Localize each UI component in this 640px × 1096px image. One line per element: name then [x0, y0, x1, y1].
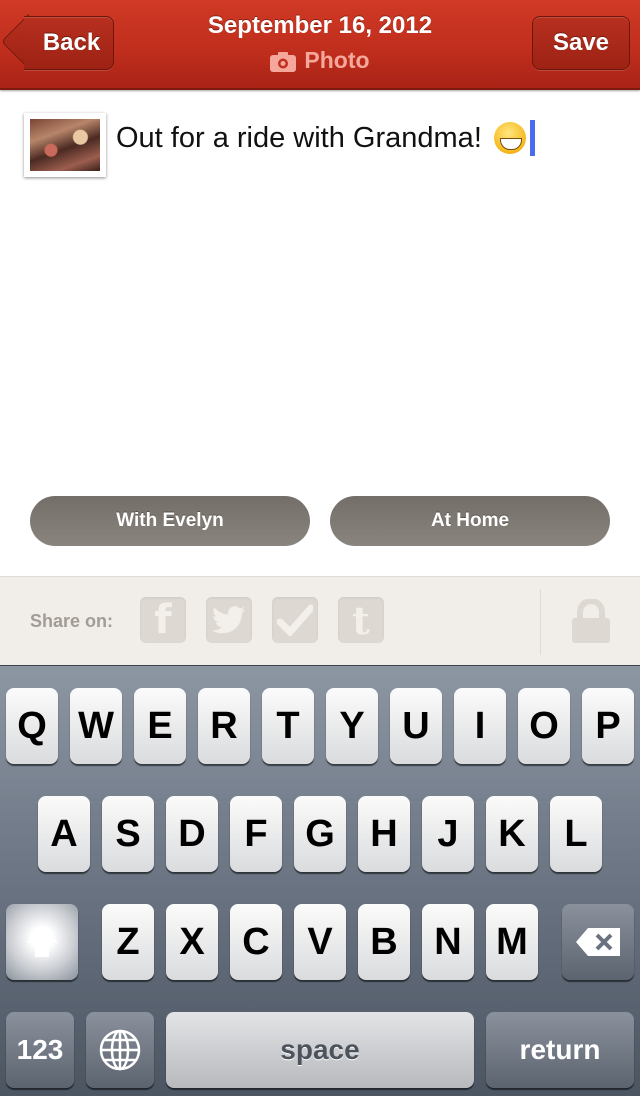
key-v[interactable]: V	[294, 904, 346, 980]
key-c[interactable]: C	[230, 904, 282, 980]
save-button[interactable]: Save	[532, 16, 630, 70]
facebook-icon[interactable]: f	[140, 597, 186, 643]
twitter-icon[interactable]	[206, 597, 252, 643]
nav-bar: Back September 16, 2012 Photo Save	[0, 0, 640, 90]
key-g[interactable]: G	[294, 796, 346, 872]
numbers-key[interactable]: 123	[6, 1012, 74, 1088]
lock-icon[interactable]	[570, 598, 612, 643]
backspace-icon	[576, 928, 620, 956]
space-key[interactable]: space	[166, 1012, 474, 1088]
key-e[interactable]: E	[134, 688, 186, 764]
foursquare-checkin-icon[interactable]	[272, 597, 318, 643]
return-key[interactable]: return	[486, 1012, 634, 1088]
key-h[interactable]: H	[358, 796, 410, 872]
share-divider	[540, 589, 541, 655]
globe-key[interactable]	[86, 1012, 154, 1088]
shift-arrow-icon	[26, 927, 58, 957]
delete-key[interactable]	[562, 904, 634, 980]
with-person-button[interactable]: With Evelyn	[30, 496, 310, 546]
location-button[interactable]: At Home	[330, 496, 610, 546]
text-cursor	[529, 120, 535, 156]
entry-text-field[interactable]: Out for a ride with Grandma!	[116, 120, 535, 156]
key-j[interactable]: J	[422, 796, 474, 872]
key-y[interactable]: Y	[326, 688, 378, 764]
key-q[interactable]: Q	[6, 688, 58, 764]
key-f[interactable]: F	[230, 796, 282, 872]
key-i[interactable]: I	[454, 688, 506, 764]
key-u[interactable]: U	[390, 688, 442, 764]
shift-key[interactable]	[6, 904, 78, 980]
keyboard: 123 space return QWERTYUIOP ASDFGHJKL ZXCV…	[0, 666, 640, 1096]
key-s[interactable]: S	[102, 796, 154, 872]
key-m[interactable]: M	[486, 904, 538, 980]
camera-icon	[270, 51, 297, 72]
entry-type-label: Photo	[304, 47, 370, 73]
share-label: Share on:	[30, 611, 114, 631]
key-o[interactable]: O	[518, 688, 570, 764]
key-x[interactable]: X	[166, 904, 218, 980]
key-d[interactable]: D	[166, 796, 218, 872]
key-z[interactable]: Z	[102, 904, 154, 980]
key-p[interactable]: P	[582, 688, 634, 764]
key-k[interactable]: K	[486, 796, 538, 872]
key-w[interactable]: W	[70, 688, 122, 764]
key-n[interactable]: N	[422, 904, 474, 980]
key-a[interactable]: A	[38, 796, 90, 872]
globe-icon	[99, 1029, 141, 1071]
grinning-face-emoji-icon	[493, 122, 526, 154]
entry-text: Out for a ride with Grandma!	[116, 121, 482, 154]
key-t[interactable]: T	[262, 688, 314, 764]
share-bar: Share on: f t	[0, 576, 640, 667]
photo-image	[30, 119, 100, 171]
photo-thumbnail[interactable]	[24, 113, 106, 177]
key-b[interactable]: B	[358, 904, 410, 980]
tumblr-icon[interactable]: t	[338, 597, 384, 643]
key-l[interactable]: L	[550, 796, 602, 872]
key-r[interactable]: R	[198, 688, 250, 764]
